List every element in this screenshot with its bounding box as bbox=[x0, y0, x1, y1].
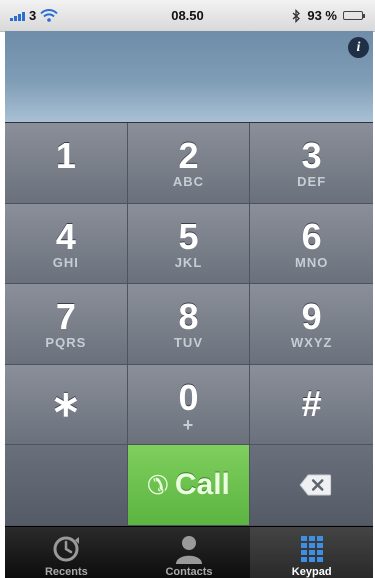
backspace-icon bbox=[299, 474, 331, 496]
battery-icon bbox=[343, 11, 365, 20]
key-3[interactable]: 3 DEF bbox=[250, 123, 373, 204]
add-contact-blank-key bbox=[5, 445, 128, 526]
key-2[interactable]: 2 ABC bbox=[127, 123, 251, 204]
number-display: i bbox=[5, 31, 373, 123]
keypad: 1 2 ABC 3 DEF 4 GHI 5 JKL 6 MNO 7 PQRS 8 TUV 9W… bbox=[5, 123, 373, 526]
key-4[interactable]: 4 GHI bbox=[5, 203, 128, 285]
battery-area: 93 % bbox=[292, 8, 365, 23]
key-letters: WXYZ bbox=[290, 335, 333, 351]
tab-bar: Recents Contacts Keypad bbox=[5, 526, 374, 578]
key-letters: + bbox=[182, 414, 195, 435]
key-letters: GHI bbox=[52, 254, 79, 270]
key-letters: JKL bbox=[174, 254, 203, 270]
key-star[interactable]: ∗ bbox=[5, 364, 128, 446]
key-8[interactable]: 8 TUV bbox=[127, 284, 251, 365]
key-digit: 1 bbox=[55, 135, 76, 176]
key-letters: ABC bbox=[172, 174, 205, 189]
key-digit: # bbox=[301, 382, 322, 424]
tab-contacts[interactable]: Contacts bbox=[128, 527, 251, 578]
key-digit: 0 bbox=[178, 376, 199, 418]
tab-label: Contacts bbox=[165, 566, 213, 578]
phone-handset-icon: ✆ bbox=[147, 469, 169, 500]
key-letters: TUV bbox=[173, 335, 203, 351]
key-6[interactable]: 6 MNO bbox=[250, 203, 373, 285]
battery-percent: 93 % bbox=[307, 8, 337, 23]
key-7[interactable]: 7 PQRS bbox=[5, 284, 128, 365]
key-letters: MNO bbox=[294, 254, 329, 270]
key-9[interactable]: 9 WXYZ bbox=[250, 284, 373, 365]
phone-screen: 3 08.50 93 % i 1 2 ABC 3 DEF 4 GHI 5 JKL 6 MN… bbox=[0, 0, 375, 578]
key-digit: 8 bbox=[178, 296, 199, 338]
tab-recents[interactable]: Recents bbox=[5, 527, 128, 578]
key-letters: DEF bbox=[297, 174, 327, 189]
key-digit: 7 bbox=[55, 296, 76, 338]
key-0[interactable]: 0 + bbox=[127, 364, 251, 446]
tab-label: Keypad bbox=[291, 566, 332, 578]
key-1[interactable]: 1 bbox=[5, 123, 128, 204]
person-icon bbox=[176, 536, 202, 564]
key-5[interactable]: 5 JKL bbox=[127, 203, 251, 285]
key-letters: PQRS bbox=[45, 335, 87, 351]
key-digit: ∗ bbox=[50, 382, 81, 424]
key-digit: 6 bbox=[301, 215, 322, 257]
key-digit: 3 bbox=[301, 135, 322, 176]
status-bar: 3 08.50 93 % bbox=[0, 0, 375, 32]
tab-label: Recents bbox=[44, 566, 88, 578]
delete-button[interactable] bbox=[250, 445, 373, 526]
key-digit: 4 bbox=[55, 215, 76, 257]
bluetooth-icon bbox=[292, 8, 301, 23]
key-digit: 5 bbox=[178, 215, 199, 257]
tab-keypad[interactable]: Keypad bbox=[250, 527, 374, 578]
key-hash[interactable]: # bbox=[250, 364, 373, 446]
call-button[interactable]: ✆ Call bbox=[127, 445, 251, 526]
key-digit: 9 bbox=[301, 296, 322, 338]
key-digit: 2 bbox=[178, 135, 199, 176]
info-icon[interactable]: i bbox=[348, 37, 369, 58]
call-label: Call bbox=[174, 468, 230, 502]
clock-icon bbox=[53, 536, 80, 562]
keypad-grid-icon bbox=[300, 536, 323, 562]
